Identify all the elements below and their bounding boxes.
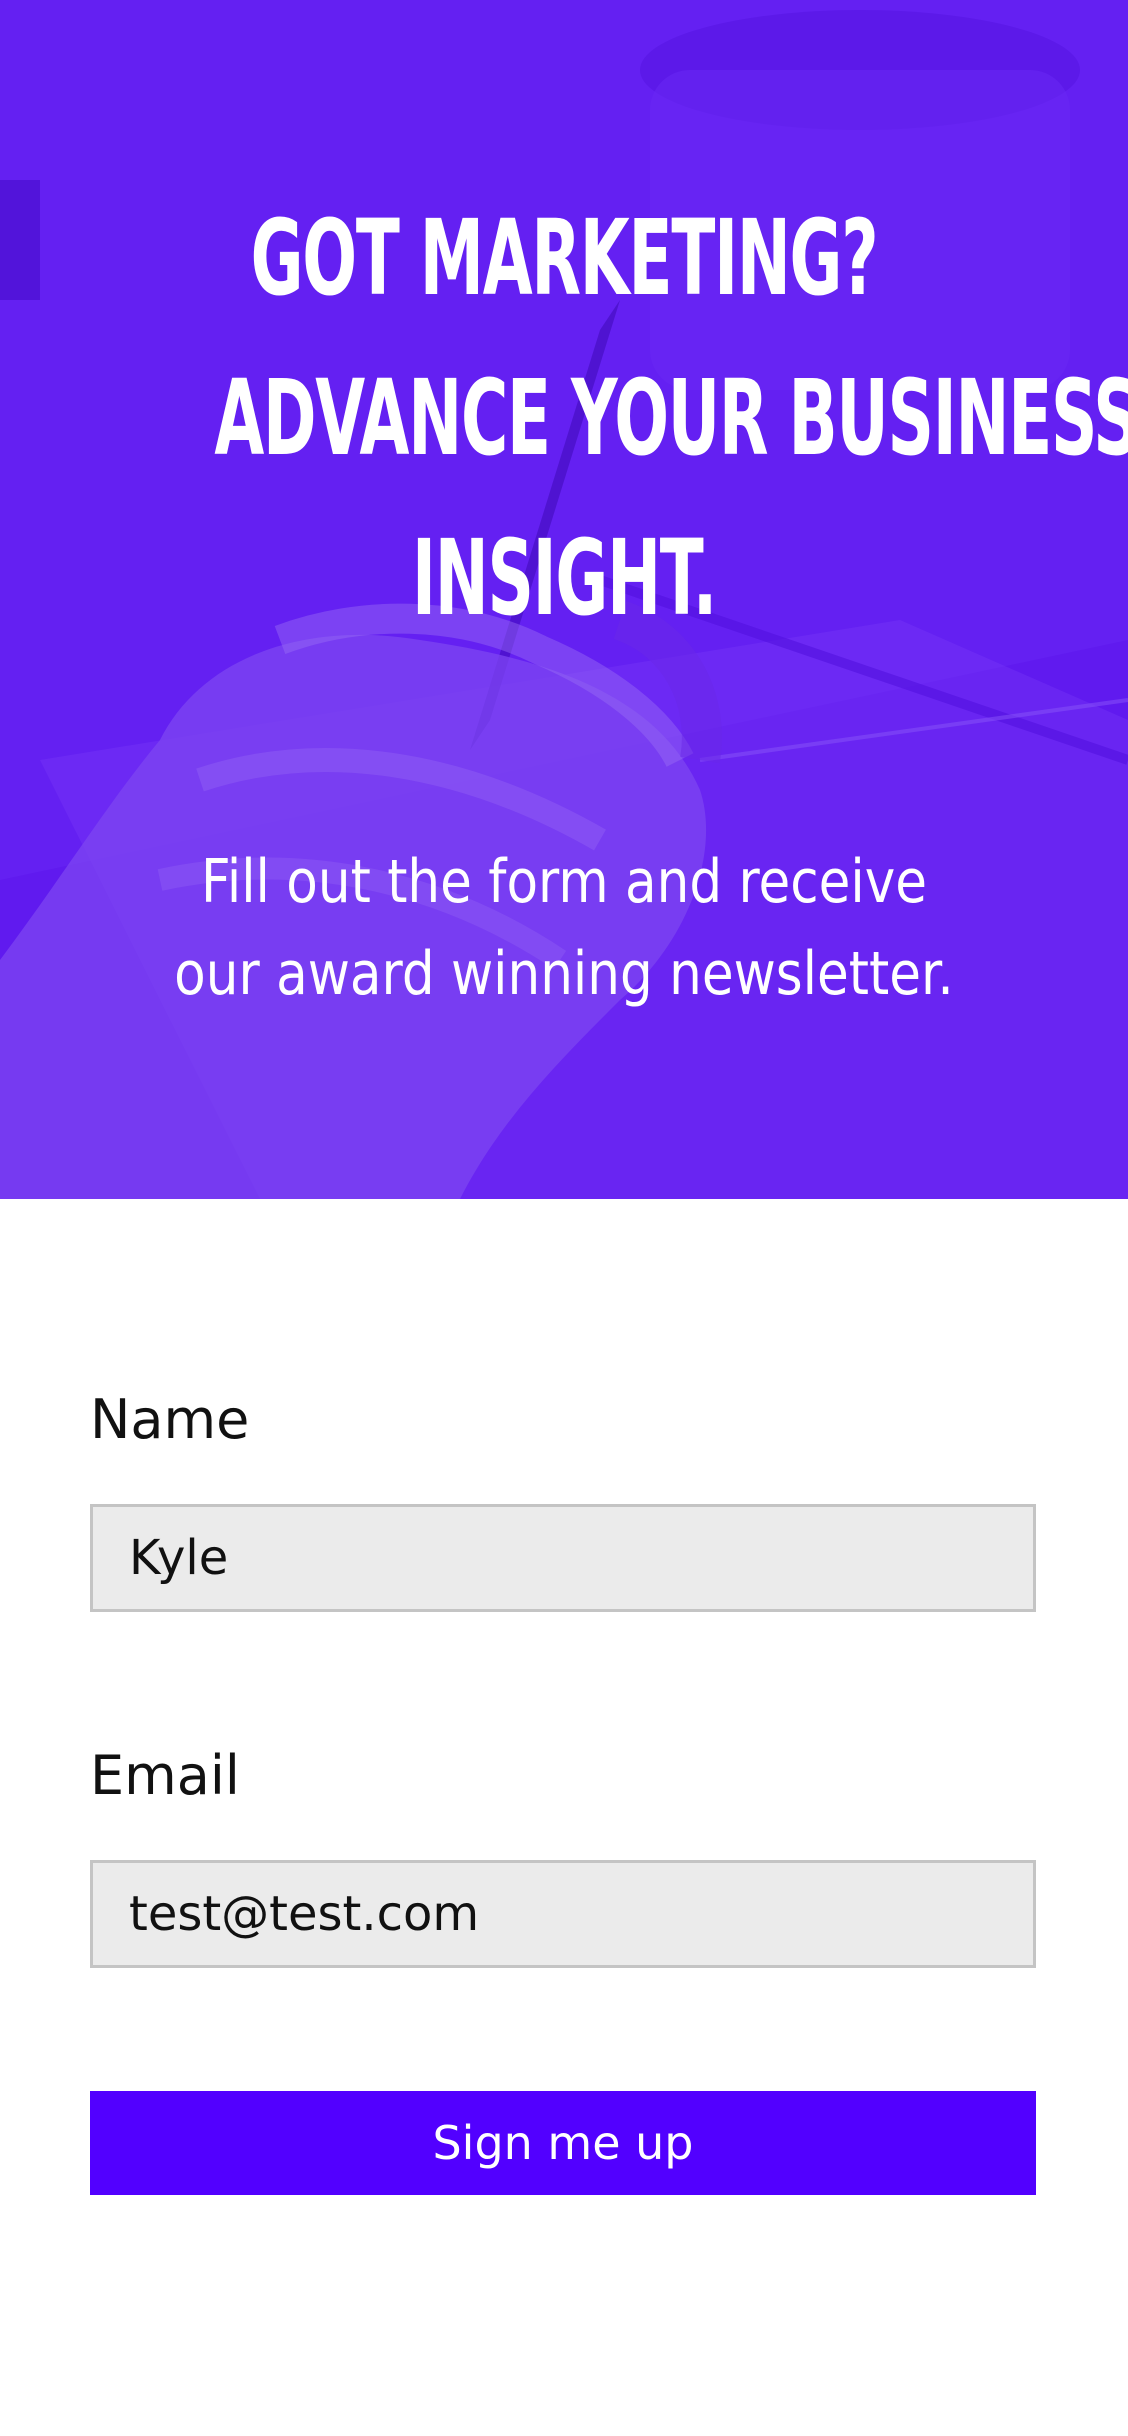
name-field-label: Name <box>90 1388 250 1451</box>
sign-up-button[interactable]: Sign me up <box>90 2091 1036 2195</box>
hero-subtitle-line-2: our award winning newsletter. <box>174 939 954 1009</box>
email-field[interactable] <box>90 1860 1036 1968</box>
hero-subtitle-line-1: Fill out the form and receive <box>200 847 928 917</box>
email-field-label: Email <box>90 1744 240 1807</box>
hero-headline-line-2: Advance your business <box>214 357 1128 479</box>
hero-headline-line-1: Got marketing? <box>250 197 879 319</box>
hero-headline: Got marketing? Advance your business ins… <box>214 178 1128 658</box>
hero-banner: Got marketing? Advance your business ins… <box>0 0 1128 1199</box>
name-field[interactable] <box>90 1504 1036 1612</box>
hero-headline-line-3: insight. <box>411 517 717 639</box>
hero-subtitle: Fill out the form and receive our award … <box>79 836 1049 1020</box>
